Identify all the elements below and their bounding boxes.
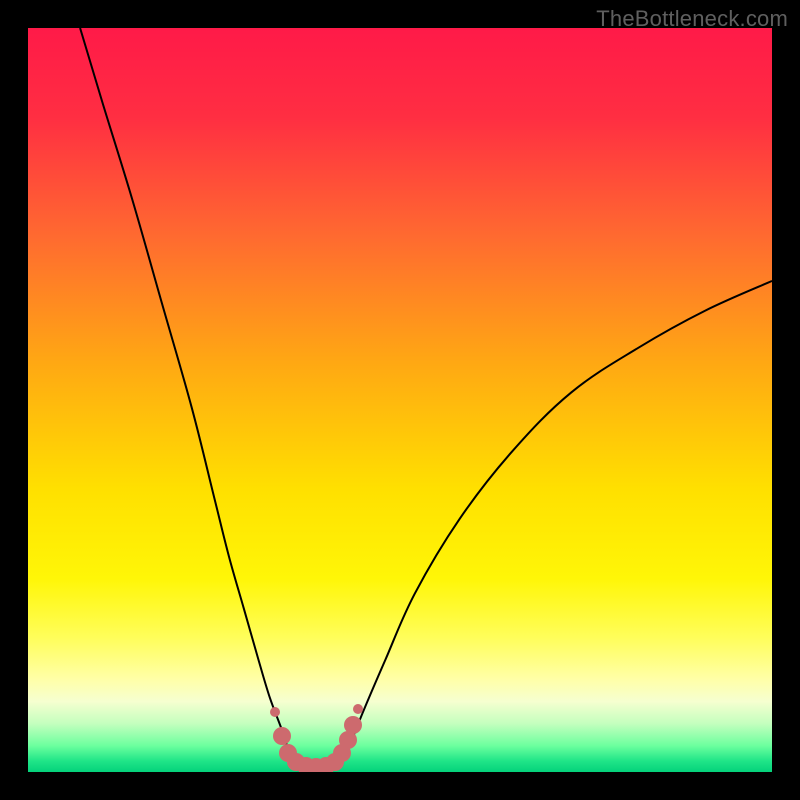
- chart-plot-area: [28, 28, 772, 772]
- marker-dot: [273, 727, 291, 745]
- marker-dot: [344, 716, 362, 734]
- marker-dot: [270, 707, 280, 717]
- marker-dot: [353, 704, 363, 714]
- bottom-marker-layer: [28, 28, 772, 772]
- watermark-text: TheBottleneck.com: [596, 6, 788, 32]
